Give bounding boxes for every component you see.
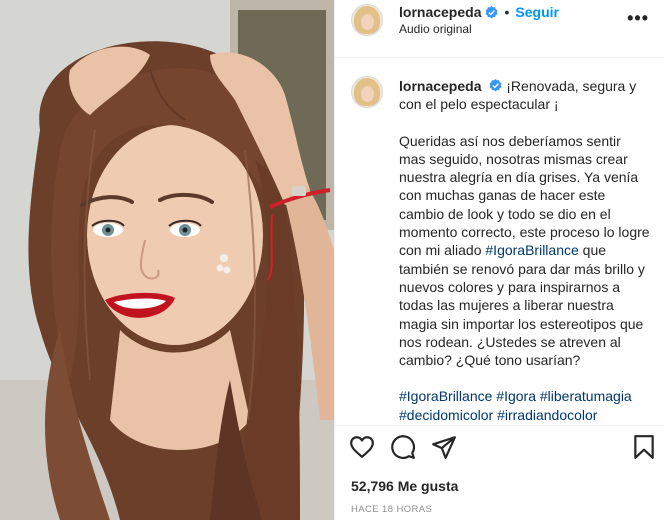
- post-timestamp[interactable]: HACE 18 HORAS: [351, 504, 432, 515]
- hashtag-link[interactable]: #Igora: [496, 388, 536, 404]
- caption-verified-badge-icon: [489, 79, 502, 92]
- hashtag-link[interactable]: #irradiandocolor: [497, 407, 597, 423]
- verified-badge-icon: [486, 5, 498, 18]
- paper-plane-icon[interactable]: [431, 434, 457, 460]
- bookmark-icon[interactable]: [631, 434, 657, 460]
- header-user-row: lornacepeda • Seguir: [399, 4, 559, 20]
- caption-scroll-area[interactable]: lornacepeda ¡Renovada, segura y con el p…: [335, 59, 664, 425]
- heart-icon[interactable]: [349, 434, 375, 460]
- audio-label[interactable]: Audio original: [399, 22, 472, 36]
- likes-count[interactable]: 52,796 Me gusta: [351, 478, 458, 494]
- caption-author-avatar[interactable]: [351, 76, 383, 108]
- hashtag-link[interactable]: #liberatumagia: [540, 388, 632, 404]
- post-caption: lornacepeda ¡Renovada, segura y con el p…: [399, 77, 651, 424]
- follow-button[interactable]: Seguir: [515, 4, 559, 20]
- post-media-video[interactable]: [0, 0, 334, 520]
- instagram-post: lornacepeda • Seguir Audio original ••• …: [0, 0, 664, 520]
- post-actions-bar: [335, 425, 664, 473]
- more-options-icon[interactable]: •••: [627, 8, 649, 29]
- post-side-panel: lornacepeda • Seguir Audio original ••• …: [334, 0, 664, 520]
- author-avatar[interactable]: [351, 4, 383, 36]
- separator-dot: •: [504, 4, 510, 20]
- hashtag-link[interactable]: #decidomicolor: [399, 407, 493, 423]
- hashtag-link[interactable]: #IgoraBrillance: [399, 388, 492, 404]
- inline-hashtag-link[interactable]: #IgoraBrillance: [485, 242, 578, 258]
- caption-username-link[interactable]: lornacepeda: [399, 78, 481, 94]
- post-header: lornacepeda • Seguir Audio original •••: [335, 0, 664, 58]
- woman-portrait-image: [0, 0, 334, 520]
- caption-body-text-continued: que también se renovó para dar más brill…: [399, 242, 645, 369]
- author-username-link[interactable]: lornacepeda: [399, 4, 481, 20]
- comment-icon[interactable]: [390, 434, 416, 460]
- caption-body-text: Queridas así nos deberíamos sentir mas s…: [399, 132, 650, 259]
